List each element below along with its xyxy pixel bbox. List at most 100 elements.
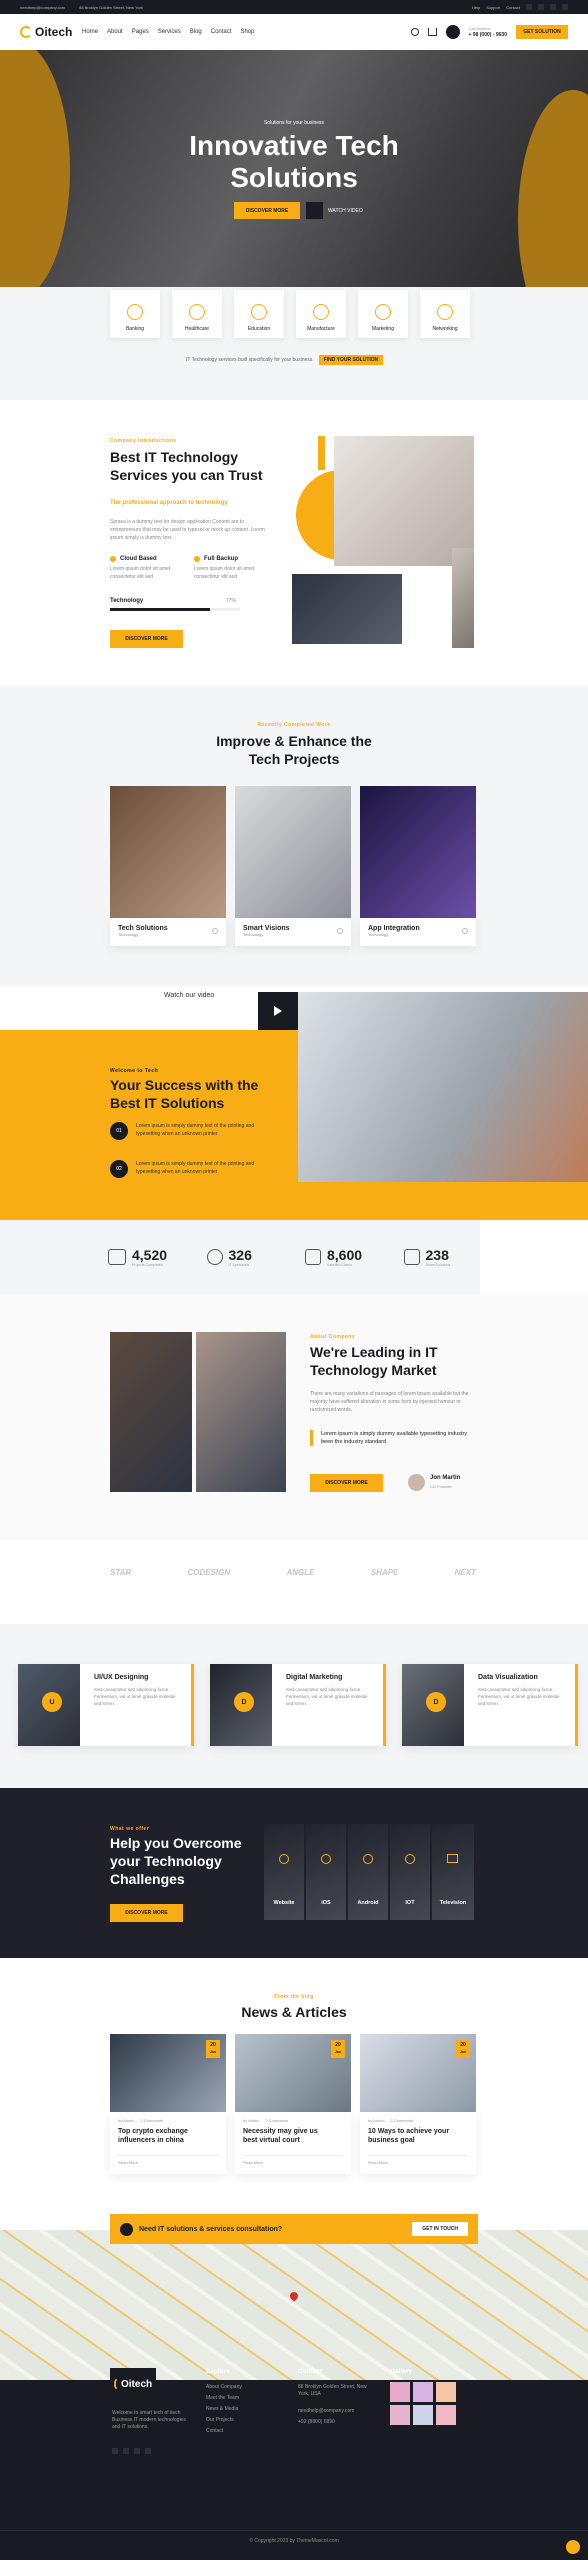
nav-shop[interactable]: Shop <box>240 29 254 35</box>
topbar-link-support[interactable]: Support <box>486 5 500 10</box>
gallery-thumb[interactable] <box>436 2382 456 2402</box>
gallery-thumb[interactable] <box>390 2382 410 2402</box>
main-nav: Oitech Home About Pages Services Blog Co… <box>0 14 588 50</box>
brand-logo[interactable]: SHAPE <box>371 1568 399 1577</box>
skill-bar-fill <box>110 608 211 611</box>
iot-icon <box>405 1854 415 1864</box>
footer-link[interactable]: Meet the Team <box>206 2393 242 2404</box>
gallery-thumb[interactable] <box>413 2405 433 2425</box>
about-discover-button[interactable]: DISCOVER MORE <box>110 630 183 648</box>
nav-blog[interactable]: Blog <box>190 29 202 35</box>
project-image-desk <box>235 786 351 918</box>
leading-discover-button[interactable]: DISCOVER MORE <box>310 1474 383 1492</box>
scroll-top-button[interactable] <box>566 2540 580 2554</box>
news-headline[interactable]: Top crypto exchange influencers in china <box>118 2127 218 2145</box>
nav-services[interactable]: Services <box>158 29 181 35</box>
apple-icon <box>321 1854 331 1864</box>
brand-logo[interactable]: CODESIGN <box>187 1568 230 1577</box>
project-card-1[interactable]: Tech Solutions Technology <box>110 786 226 946</box>
nav-pages[interactable]: Pages <box>132 29 149 35</box>
read-more-link[interactable]: Read More <box>368 2155 468 2165</box>
phone-number[interactable]: + 98 (000) - 9630 <box>469 32 508 39</box>
news-card-2[interactable]: 20 Jan by Admin 2 Comments Necessity may g… <box>235 2034 351 2174</box>
footer-logo[interactable]: Oitech <box>110 2368 156 2400</box>
footer-link[interactable]: Contact <box>206 2426 242 2437</box>
category-android[interactable]: Android <box>348 1824 388 1920</box>
map[interactable] <box>0 2230 588 2380</box>
topbar-email[interactable]: needhelp@company.com <box>20 5 65 10</box>
brand-logo[interactable]: ANGLE <box>286 1568 314 1577</box>
video-play-button[interactable] <box>258 992 298 1030</box>
category-television[interactable]: Television <box>432 1824 474 1920</box>
hero-discover-button[interactable]: DISCOVER MORE <box>234 202 300 219</box>
topbar-link-contact[interactable]: Contact <box>506 5 520 10</box>
service-healthcare[interactable]: Healthcare <box>172 290 222 338</box>
nav-about[interactable]: About <box>107 29 123 35</box>
gallery-thumb[interactable] <box>436 2405 456 2425</box>
chip-icon <box>403 1249 420 1265</box>
service-manufacture[interactable]: Manufacture <box>296 290 346 338</box>
support-icon <box>120 2222 133 2236</box>
arrow-icon[interactable] <box>212 928 218 934</box>
arrow-icon[interactable] <box>337 928 343 934</box>
top-bar: needhelp@company.com 88 Broklyn Golden S… <box>0 0 588 14</box>
project-image-robot <box>110 786 226 918</box>
pinterest-icon[interactable] <box>550 4 556 10</box>
author-avatar <box>408 1474 425 1491</box>
footer-phone[interactable]: +92 (8800) 6890 <box>298 2417 335 2428</box>
read-more-link[interactable]: Read More <box>243 2155 343 2165</box>
facebook-icon[interactable] <box>123 2448 129 2454</box>
success-kicker: Welcome to Tech <box>110 1068 159 1074</box>
news-headline[interactable]: Necessity may give us best virtual court <box>243 2127 343 2145</box>
help-discover-button[interactable]: DISCOVER MORE <box>110 1904 183 1922</box>
news-card-1[interactable]: 20 Jan by Admin 2 Comments Top crypto exch… <box>110 2034 226 2174</box>
footer-link[interactable]: Our Projects <box>206 2415 242 2426</box>
service-banking[interactable]: Banking <box>110 290 160 338</box>
read-more-link[interactable]: Read More <box>118 2155 218 2165</box>
topbar-link-help[interactable]: Help <box>472 5 480 10</box>
cart-icon[interactable] <box>427 28 437 36</box>
footer-address: 88 Broklyn Golden Street, New York, USA <box>298 2384 367 2397</box>
instagram-icon[interactable] <box>562 4 568 10</box>
feature-card-marketing[interactable]: D Digital Marketing Sed consectetur sed … <box>210 1664 386 1746</box>
about-title: Best IT Technology Services you can Trust <box>110 449 263 483</box>
about-image-small <box>288 570 406 648</box>
brand-logo[interactable]: STAR <box>110 1568 131 1577</box>
get-solution-button[interactable]: GET SOLUTION <box>516 25 568 39</box>
twitter-icon[interactable] <box>526 4 532 10</box>
gallery-thumb[interactable] <box>390 2405 410 2425</box>
footer-link[interactable]: About Company <box>206 2382 242 2393</box>
footer-link[interactable]: News & Media <box>206 2404 242 2415</box>
project-card-2[interactable]: Smart Visions Technology <box>235 786 351 946</box>
news-headline[interactable]: 10 Ways to achieve your business goal <box>368 2127 468 2145</box>
project-card-3[interactable]: App Integration Technology <box>360 786 476 946</box>
feature-card-uiux[interactable]: U UI/UX Designing Sed consectetur sed ad… <box>18 1664 194 1746</box>
logo-icon <box>20 26 32 38</box>
footer-social <box>112 2448 151 2454</box>
stat-specialists: 326 IT Specialists <box>206 1247 284 1267</box>
twitter-icon[interactable] <box>112 2448 118 2454</box>
get-in-touch-button[interactable]: GET IN TOUCH <box>412 2222 468 2236</box>
footer-email[interactable]: needhelp@company.com <box>298 2406 354 2417</box>
find-solution-button[interactable]: FIND YOUR SOLUTION <box>318 355 384 365</box>
search-icon[interactable] <box>410 28 419 36</box>
facebook-icon[interactable] <box>538 4 544 10</box>
hero-video-button[interactable]: WATCH VIDEO <box>306 202 363 219</box>
site-logo[interactable]: Oitech <box>20 25 82 39</box>
gallery-thumb[interactable] <box>413 2382 433 2402</box>
category-iot[interactable]: IOT <box>390 1824 430 1920</box>
service-networking[interactable]: Networking <box>420 290 470 338</box>
news-card-3[interactable]: 20 Jan by Admin 2 Comments 10 Ways to achi… <box>360 2034 476 2174</box>
nav-contact[interactable]: Contact <box>211 29 232 35</box>
instagram-icon[interactable] <box>145 2448 151 2454</box>
service-education[interactable]: Education <box>234 290 284 338</box>
category-website[interactable]: Website <box>264 1824 304 1920</box>
feature-backup: Full Backup Lorem ipsum dolor sit amet c… <box>194 556 255 580</box>
pinterest-icon[interactable] <box>134 2448 140 2454</box>
feature-card-data[interactable]: D Data Visualization Sed consectetur sed… <box>402 1664 578 1746</box>
brand-logo[interactable]: NEXT <box>455 1568 476 1577</box>
service-marketing[interactable]: Marketing <box>358 290 408 338</box>
category-ios[interactable]: iOS <box>306 1824 346 1920</box>
arrow-icon[interactable] <box>462 928 468 934</box>
nav-home[interactable]: Home <box>82 29 98 35</box>
